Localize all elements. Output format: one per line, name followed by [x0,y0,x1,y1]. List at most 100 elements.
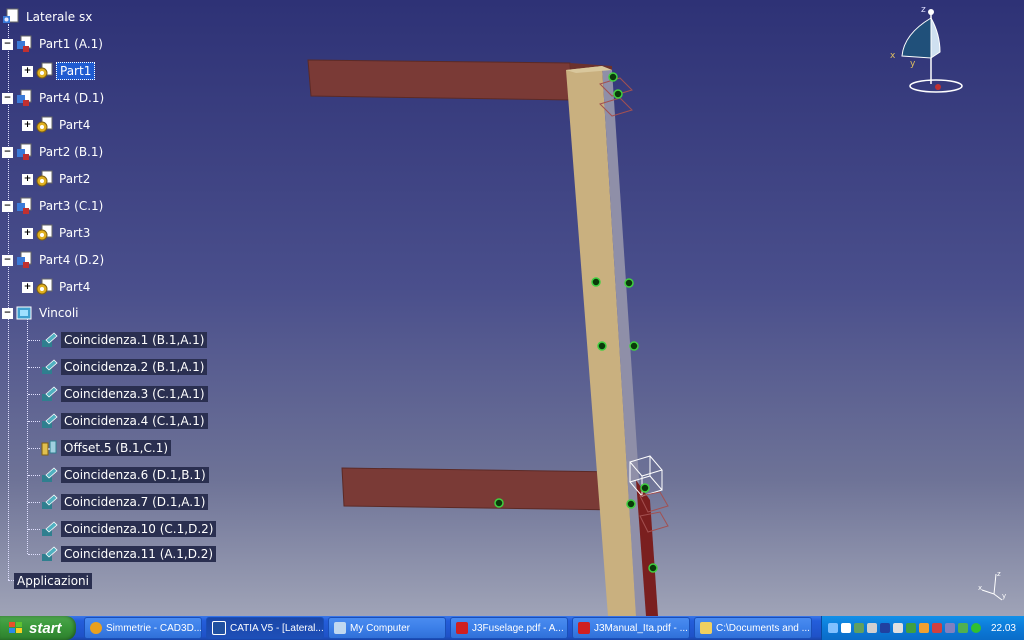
taskbar-item[interactable]: J3Manual_Ita.pdf - ... [572,617,690,639]
taskbar-item[interactable]: CATIA V5 - [Lateral... [206,617,324,639]
product-icon [3,8,19,23]
part-label: Part1 [56,62,96,80]
constraint-marker [648,563,658,573]
computer-icon [334,622,346,634]
component-icon [17,35,32,52]
tree-product-node[interactable]: − Part4 (D.2) [2,249,107,271]
3d-viewport[interactable]: Laterale sx − Part1 (A.1) + Part1 − Part… [0,0,1024,616]
specification-tree[interactable]: Laterale sx − Part1 (A.1) + Part1 − Part… [0,0,340,616]
expand-icon[interactable]: + [22,65,33,77]
top-beam [307,59,573,101]
tree-constraints-node[interactable]: − Vincoli [2,302,82,324]
start-button[interactable]: start [0,616,76,640]
tree-product-node[interactable]: − Part3 (C.1) [2,195,106,217]
tree-part-node[interactable]: + Part2 [22,168,93,190]
coincidence-icon [42,413,58,428]
tray-icon[interactable] [854,623,864,633]
part-gear-icon [36,224,53,241]
tray-icon[interactable] [828,623,838,633]
expand-icon[interactable]: + [22,119,33,131]
task-label: J3Manual_Ita.pdf - ... [594,622,688,634]
coincidence-icon [42,546,58,561]
collapse-icon[interactable]: − [2,146,13,158]
clock[interactable]: 22.03 [991,623,1016,634]
collapse-icon[interactable]: − [2,307,13,319]
task-label: J3Fuselage.pdf - A... [472,622,564,634]
tree-part-node[interactable]: + Part3 [22,222,93,244]
task-label: CATIA V5 - [Lateral... [230,622,324,634]
component-icon [17,197,32,214]
constraint-item[interactable]: Coincidenza.10 (C.1,D.2) [40,518,217,540]
expand-icon[interactable]: + [22,281,33,293]
constraint-item[interactable]: Offset.5 (B.1,C.1) [40,437,172,459]
expand-icon[interactable]: + [22,173,33,185]
collapse-icon[interactable]: − [2,92,13,104]
compass-y-label: y [910,59,916,69]
compass-icon[interactable]: z x y [884,4,974,98]
tray-icon[interactable] [945,623,955,633]
constraint-item[interactable]: Coincidenza.3 (C.1,A.1) [40,383,208,405]
tree-part-node[interactable]: + Part4 [22,114,93,136]
component-icon [17,89,32,106]
part-label: Part3 [59,226,91,240]
axis-triad-icon: z x y [978,570,1006,601]
part-gear-icon [36,170,53,187]
tray-icon[interactable] [906,623,916,633]
constraint-label: Coincidenza.7 (D.1,A.1) [61,494,209,510]
compass-x-label: x [890,51,896,61]
tree-part-node[interactable]: + Part4 [22,276,93,298]
wifi-icon[interactable] [971,623,981,633]
coincidence-icon [42,467,58,482]
taskbar-item[interactable]: C:\Documents and ... [694,617,812,639]
component-icon [17,143,32,160]
compass-z-label: z [921,5,926,15]
product-label: Part2 (B.1) [39,145,104,159]
taskbar-item[interactable]: Simmetrie - CAD3D.... [84,617,202,639]
collapse-icon[interactable]: − [2,200,13,212]
constraint-item[interactable]: Coincidenza.2 (B.1,A.1) [40,356,208,378]
pdf-icon [456,622,468,634]
part-label: Part2 [59,172,91,186]
constraint-item[interactable]: Coincidenza.6 (D.1,B.1) [40,464,209,486]
pdf-icon [578,622,590,634]
task-label: My Computer [350,622,411,634]
constraint-item[interactable]: Coincidenza.7 (D.1,A.1) [40,491,209,513]
constraint-label: Offset.5 (B.1,C.1) [61,440,172,456]
product-label: Part3 (C.1) [39,199,104,213]
coincidence-icon [42,386,58,401]
product-label: Part4 (D.2) [39,253,105,267]
tray-icon[interactable] [932,623,942,633]
constraint-label: Coincidenza.3 (C.1,A.1) [61,386,208,402]
tray-icon[interactable] [880,623,890,633]
collapse-icon[interactable]: − [2,38,13,50]
component-icon [17,251,32,268]
tray-icon[interactable] [919,623,929,633]
constraint-item[interactable]: Coincidenza.1 (B.1,A.1) [40,329,208,351]
network-icon[interactable] [958,623,968,633]
tree-applications-node[interactable]: Applicazioni [14,570,92,592]
applications-label: Applicazioni [14,573,92,589]
constraint-item[interactable]: Coincidenza.11 (A.1,D.2) [40,543,217,565]
collapse-icon[interactable]: − [2,254,13,266]
start-label: start [29,619,62,637]
tree-product-node[interactable]: − Part4 (D.1) [2,87,107,109]
expand-icon[interactable]: + [22,227,33,239]
constraint-item[interactable]: Coincidenza.4 (C.1,A.1) [40,410,208,432]
task-label: C:\Documents and ... [716,622,810,634]
taskbar-item[interactable]: My Computer [328,617,446,639]
tray-icon[interactable] [893,623,903,633]
task-label: Simmetrie - CAD3D.... [106,622,202,634]
constraint-marker [494,498,504,508]
tree-part-node[interactable]: + Part1 [22,60,96,82]
part-gear-icon [36,62,53,79]
tree-root[interactable]: Laterale sx [2,6,95,28]
constraint-marker [624,278,634,288]
tray-icon[interactable] [867,623,877,633]
tray-icon[interactable] [841,623,851,633]
taskbar-item[interactable]: J3Fuselage.pdf - A... [450,617,568,639]
constraint-marker [640,483,650,493]
tree-product-node[interactable]: − Part2 (B.1) [2,141,106,163]
constraint-marker [626,499,636,509]
constraint-label: Coincidenza.1 (B.1,A.1) [61,332,208,348]
tree-product-node[interactable]: − Part1 (A.1) [2,33,106,55]
